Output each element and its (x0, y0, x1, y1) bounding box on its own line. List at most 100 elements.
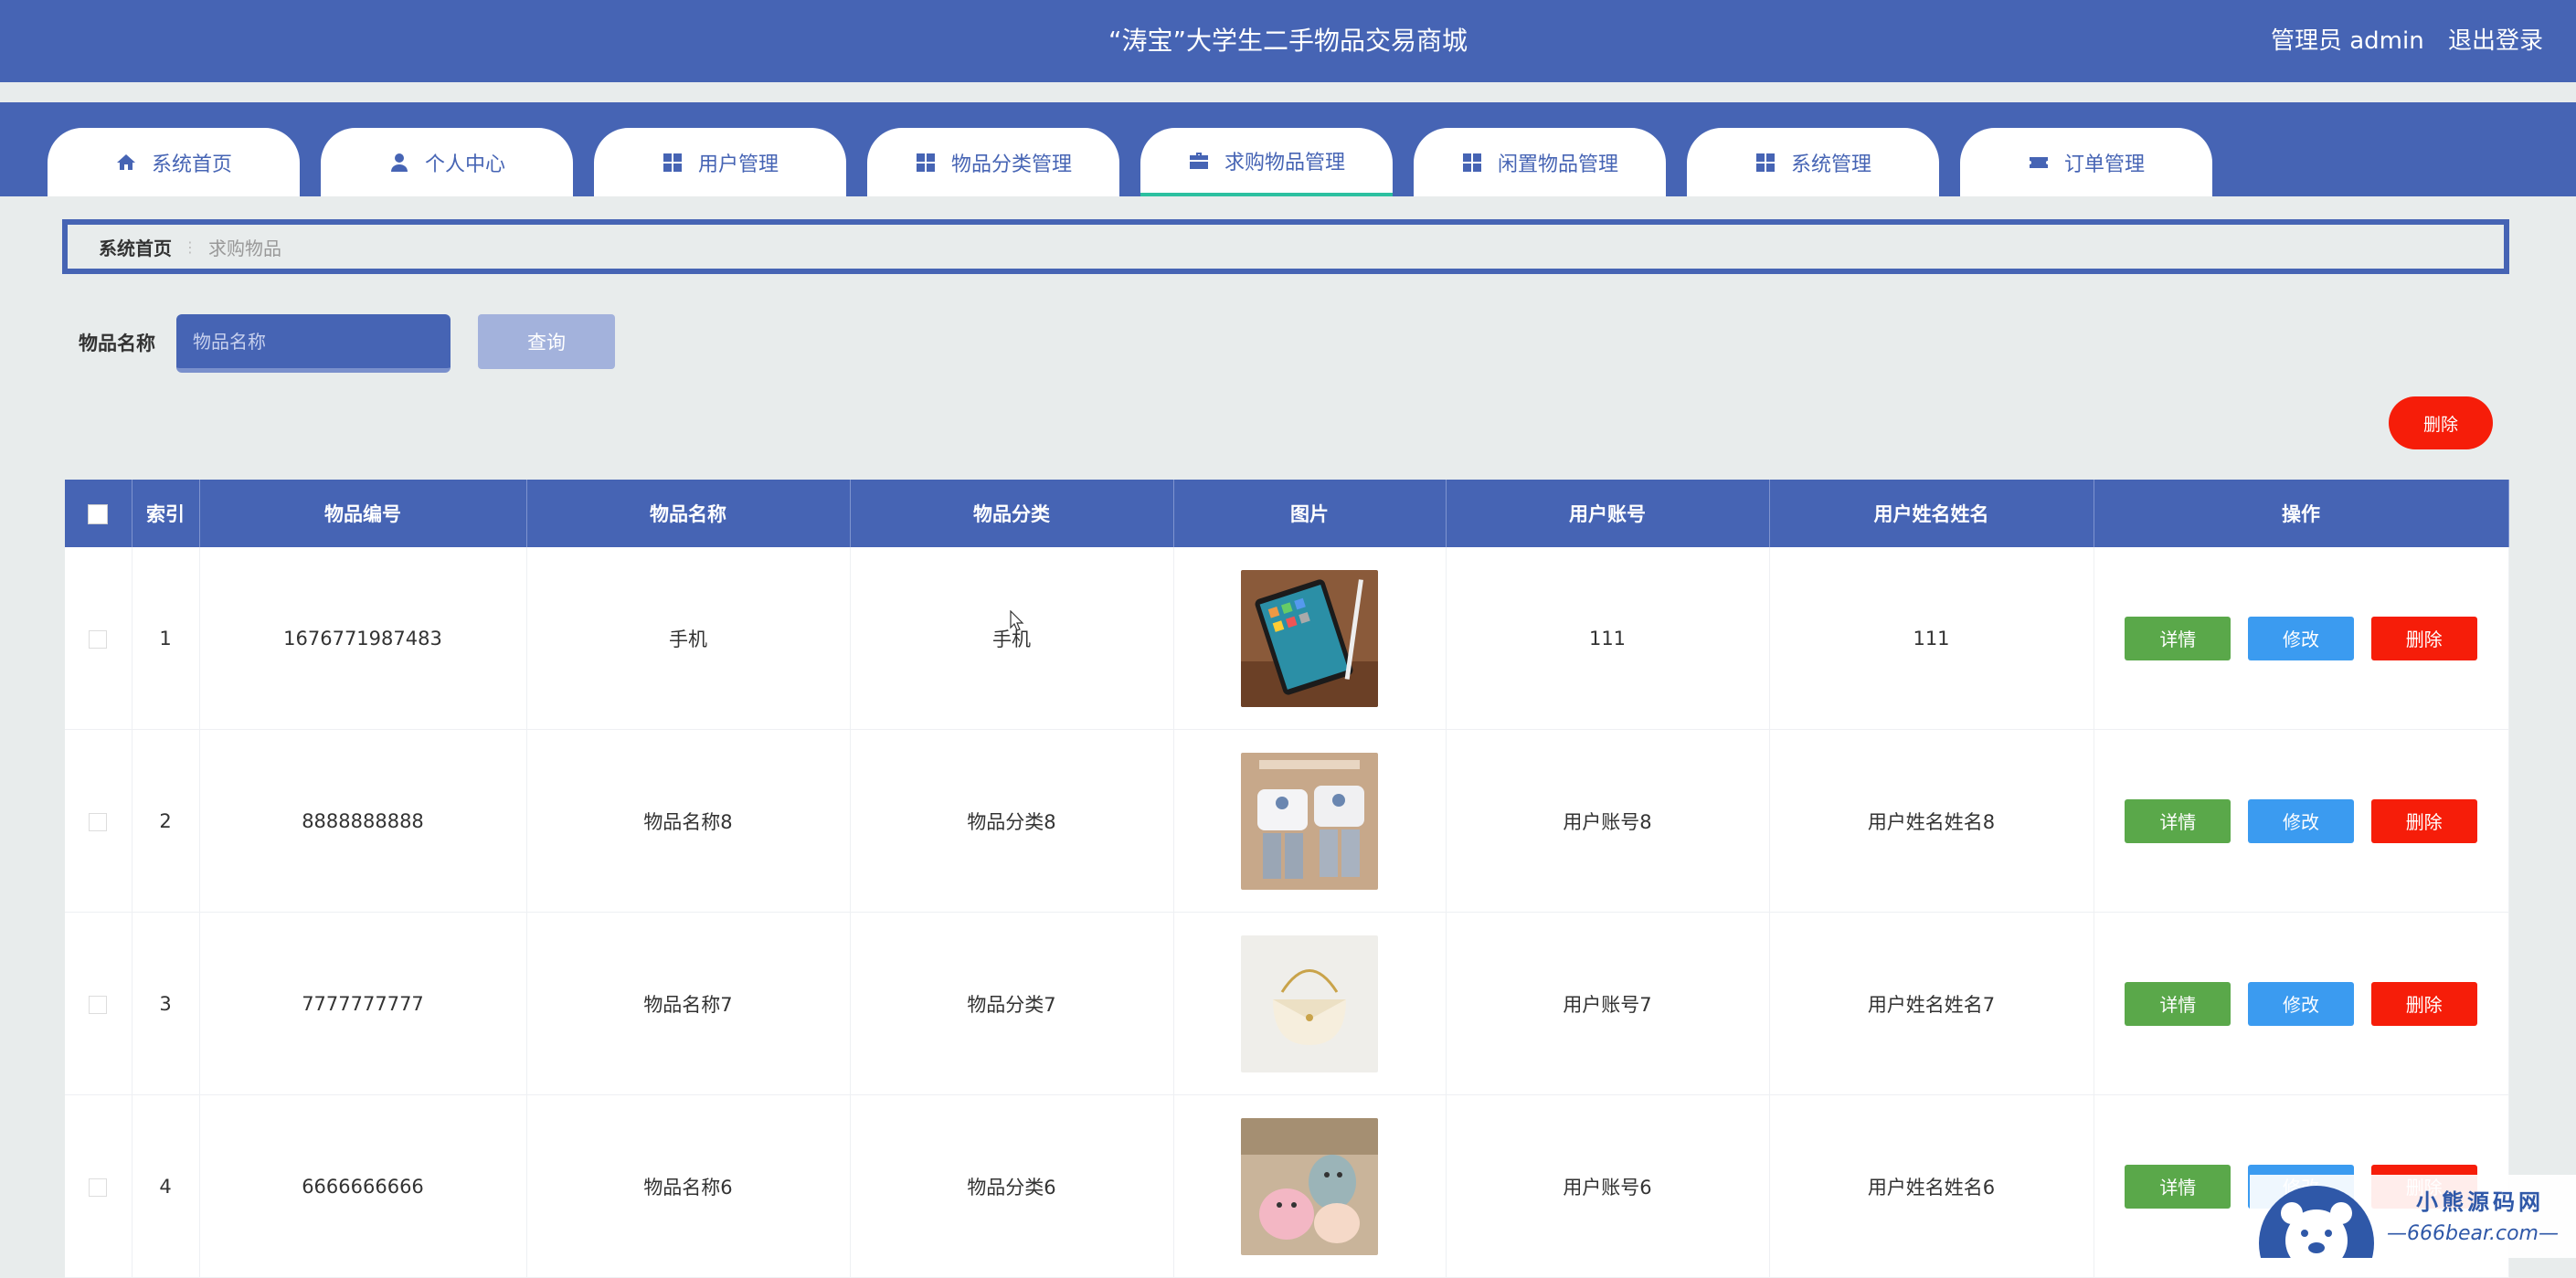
row-checkbox[interactable] (89, 629, 108, 649)
table-row: 1 1676771987483 手机 手机 111 111 详情 修改 删除 (65, 547, 2509, 730)
search-input[interactable] (176, 314, 451, 373)
bulk-delete-button[interactable]: 删除 (2389, 396, 2493, 449)
cell-account: 用户账号7 (1446, 912, 1770, 1095)
select-all-cell (65, 480, 133, 547)
detail-button[interactable]: 详情 (2125, 1164, 2231, 1209)
watermark: 小熊源码网 —666bear.com— (2250, 1175, 2576, 1258)
cell-code: 8888888888 (199, 729, 527, 913)
ticket-icon (2029, 156, 2048, 168)
detail-button[interactable]: 详情 (2125, 981, 2231, 1026)
cell-name: 手机 (526, 547, 851, 730)
row-checkbox[interactable] (89, 995, 108, 1014)
row-check-cell (65, 547, 133, 730)
row-checkbox[interactable] (89, 1178, 108, 1197)
cell-account: 111 (1446, 547, 1770, 730)
edit-button[interactable]: 修改 (2248, 981, 2354, 1026)
col-username: 用户姓名姓名 (1769, 480, 2094, 547)
delete-button[interactable]: 删除 (2370, 616, 2477, 660)
cell-username: 111 (1769, 547, 2094, 730)
cell-category: 物品分类6 (850, 1094, 1174, 1278)
item-image-bag[interactable] (1241, 935, 1378, 1072)
cell-category: 物品分类7 (850, 912, 1174, 1095)
cell-name: 物品名称8 (526, 729, 851, 913)
row-checkbox[interactable] (89, 812, 108, 831)
grid-icon (1755, 153, 1775, 172)
top-header: “涛宝”大学生二手物品交易商城 管理员 admin 退出登录 (0, 0, 2576, 82)
breadcrumb-home[interactable]: 系统首页 (99, 234, 172, 260)
table-row: 2 8888888888 物品名称8 物品分类8 用户账号8 用户姓名姓名8 详… (65, 729, 2509, 913)
table-row: 3 7777777777 物品名称7 物品分类7 用户账号7 用户姓名姓名7 详… (65, 912, 2509, 1095)
cell-category: 物品分类8 (850, 729, 1174, 913)
grid-icon (916, 153, 935, 172)
cell-actions: 详情 修改 删除 (2094, 912, 2509, 1095)
col-image: 图片 (1173, 480, 1447, 547)
tab-profile[interactable]: 个人中心 (321, 128, 573, 196)
item-image-tablet[interactable] (1241, 569, 1378, 707)
cell-actions: 详情 修改 删除 (2094, 547, 2509, 730)
select-all-checkbox[interactable] (88, 504, 109, 524)
tab-wanted-items[interactable]: 求购物品管理 (1140, 128, 1393, 196)
tab-label: 物品分类管理 (950, 153, 1072, 176)
tab-label: 闲置物品管理 (1497, 153, 1618, 176)
tab-home[interactable]: 系统首页 (48, 128, 300, 196)
breadcrumb-current: 求购物品 (208, 237, 281, 259)
cell-name: 物品名称7 (526, 912, 851, 1095)
edit-button[interactable]: 修改 (2248, 616, 2354, 660)
cell-index: 4 (132, 1094, 200, 1278)
col-actions: 操作 (2094, 480, 2509, 547)
row-check-cell (65, 912, 133, 1095)
watermark-domain: 666bear.com (2407, 1222, 2539, 1245)
cell-name: 物品名称6 (526, 1094, 851, 1278)
cell-code: 1676771987483 (199, 547, 527, 730)
detail-button[interactable]: 详情 (2125, 798, 2231, 843)
bear-logo-icon (2259, 1186, 2374, 1258)
header-gap (0, 82, 2576, 102)
mouse-cursor-icon (1010, 610, 1024, 631)
breadcrumb-separator-icon: ⋮ (183, 238, 197, 256)
item-image-plush-toys[interactable] (1241, 1117, 1378, 1255)
col-category: 物品分类 (850, 480, 1174, 547)
col-index: 索引 (132, 480, 200, 547)
col-name: 物品名称 (526, 480, 851, 547)
cell-image (1173, 1094, 1447, 1278)
cell-code: 6666666666 (199, 1094, 527, 1278)
col-account: 用户账号 (1446, 480, 1770, 547)
grid-icon (663, 153, 682, 172)
tab-users[interactable]: 用户管理 (594, 128, 846, 196)
search-label: 物品名称 (79, 333, 155, 354)
table-row: 4 6666666666 物品名称6 物品分类6 用户账号6 用户姓名姓名6 详… (65, 1094, 2509, 1278)
col-code: 物品编号 (199, 480, 527, 547)
tab-categories[interactable]: 物品分类管理 (867, 128, 1119, 196)
cell-image (1173, 547, 1447, 730)
cell-username: 用户姓名姓名8 (1769, 729, 2094, 913)
delete-button[interactable]: 删除 (2370, 798, 2477, 843)
row-check-cell (65, 729, 133, 913)
cell-image (1173, 729, 1447, 913)
breadcrumb: 系统首页 ⋮ 求购物品 (62, 219, 2509, 274)
tab-idle-items[interactable]: 闲置物品管理 (1414, 128, 1666, 196)
delete-button[interactable]: 删除 (2370, 981, 2477, 1026)
cell-category: 手机 (850, 547, 1174, 730)
cell-username: 用户姓名姓名7 (1769, 912, 2094, 1095)
grid-icon (1462, 153, 1481, 172)
table-header-row: 索引 物品编号 物品名称 物品分类 图片 用户账号 用户姓名姓名 操作 (65, 480, 2509, 547)
watermark-en: —666bear.com— (2387, 1222, 2559, 1245)
tab-label: 用户管理 (697, 153, 779, 176)
tab-label: 系统管理 (1790, 153, 1871, 176)
cell-index: 2 (132, 729, 200, 913)
watermark-cn: 小熊源码网 (2416, 1189, 2544, 1215)
query-button[interactable]: 查询 (478, 314, 615, 369)
tab-orders[interactable]: 订单管理 (1960, 128, 2212, 196)
detail-button[interactable]: 详情 (2125, 616, 2231, 660)
tab-label: 订单管理 (2063, 153, 2145, 176)
item-image-clothes[interactable] (1241, 752, 1378, 890)
cell-index: 1 (132, 547, 200, 730)
tab-label: 系统首页 (151, 153, 232, 176)
user-icon (390, 153, 408, 172)
cell-actions: 详情 修改 删除 (2094, 729, 2509, 913)
cell-username: 用户姓名姓名6 (1769, 1094, 2094, 1278)
tab-label: 求购物品管理 (1224, 151, 1345, 174)
edit-button[interactable]: 修改 (2248, 798, 2354, 843)
tab-system[interactable]: 系统管理 (1687, 128, 1939, 196)
logout-link[interactable]: 退出登录 (2448, 27, 2543, 55)
